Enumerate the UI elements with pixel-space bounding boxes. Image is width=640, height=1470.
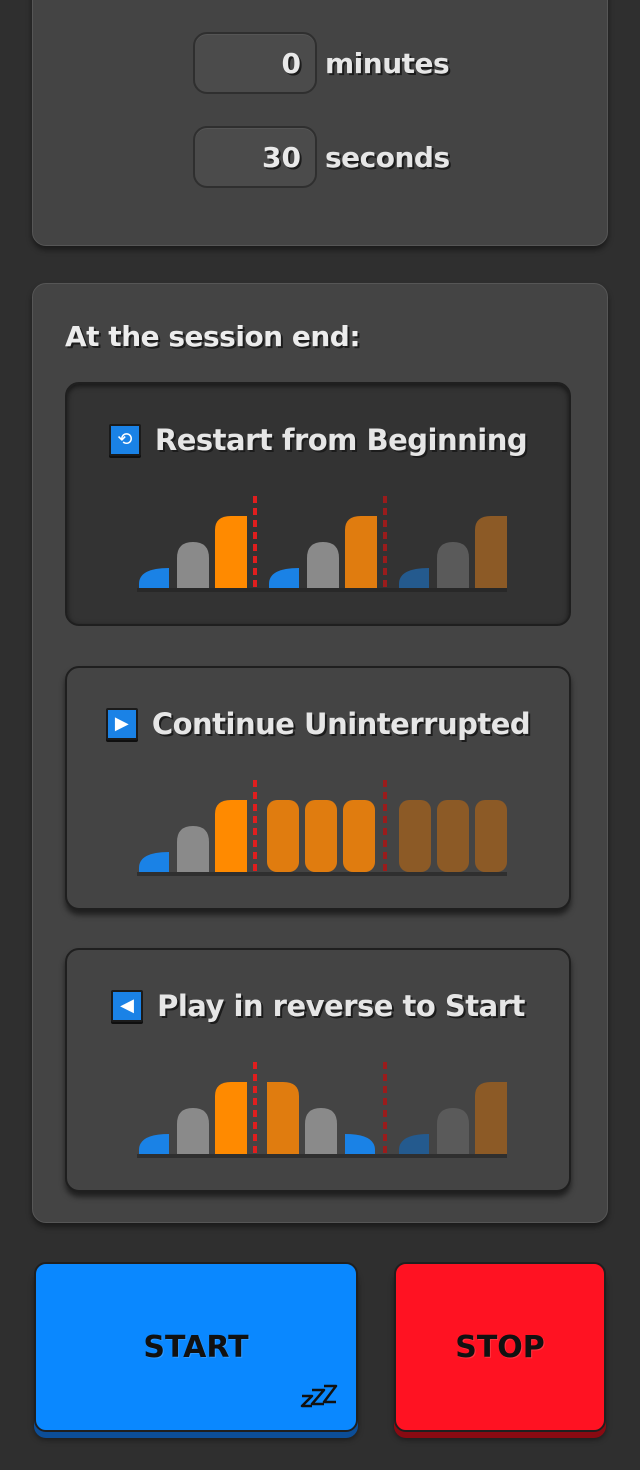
diagram-gray-step bbox=[307, 542, 339, 588]
start-button[interactable]: START bbox=[34, 1262, 358, 1432]
play-icon: ▶ bbox=[105, 708, 138, 740]
stop-button-label: STOP bbox=[455, 1329, 545, 1365]
minutes-label: minutes bbox=[325, 46, 450, 80]
diagram-orange-step bbox=[267, 800, 299, 872]
option-reverse[interactable]: ◀ Play in reverse to Start bbox=[65, 948, 571, 1192]
diagram-gray-step bbox=[177, 542, 209, 588]
option-restart[interactable]: ⟲ Restart from Beginning bbox=[65, 382, 571, 626]
continue-diagram bbox=[137, 780, 507, 876]
diagram-gray-step bbox=[177, 1108, 209, 1154]
diagram-orange-step bbox=[475, 516, 507, 588]
minutes-row: 0 minutes bbox=[193, 31, 450, 95]
diagram-blue-step bbox=[269, 568, 299, 588]
diagram-blue-step bbox=[139, 568, 169, 588]
section-title: At the session end: bbox=[65, 320, 361, 353]
diagram-orange-step bbox=[215, 516, 247, 588]
seconds-input[interactable]: 30 bbox=[193, 126, 317, 188]
diagram-orange-step bbox=[475, 1082, 507, 1154]
seconds-label: seconds bbox=[325, 140, 450, 174]
option-continue[interactable]: ▶ Continue Uninterrupted bbox=[65, 666, 571, 910]
session-end-panel: At the session end: ⟲ Restart from Begin… bbox=[32, 283, 608, 1223]
diagram-gray-step bbox=[305, 1108, 337, 1154]
diagram-orange-step bbox=[215, 1082, 247, 1154]
seconds-row: 30 seconds bbox=[193, 125, 450, 189]
diagram-orange-step bbox=[343, 800, 375, 872]
diagram-orange-step bbox=[399, 800, 431, 872]
option-reverse-label: Play in reverse to Start bbox=[157, 989, 525, 1023]
restart-diagram bbox=[137, 496, 507, 592]
diagram-orange-step bbox=[305, 800, 337, 872]
timer-panel: 0 minutes 30 seconds bbox=[32, 0, 608, 246]
diagram-gray-step bbox=[177, 826, 209, 872]
stop-button[interactable]: STOP bbox=[394, 1262, 606, 1432]
diagram-blue-step bbox=[139, 1134, 169, 1154]
diagram-orange-step bbox=[345, 516, 377, 588]
reverse-diagram bbox=[137, 1062, 507, 1158]
option-restart-label: Restart from Beginning bbox=[154, 423, 528, 457]
diagram-blue-step bbox=[139, 852, 169, 872]
reverse-icon: ◀ bbox=[111, 990, 144, 1022]
repeat-icon: ⟲ bbox=[108, 424, 141, 456]
minutes-input[interactable]: 0 bbox=[193, 32, 317, 94]
diagram-orange-step bbox=[437, 800, 469, 872]
diagram-orange-step bbox=[215, 800, 247, 872]
diagram-orange-step bbox=[475, 800, 507, 872]
diagram-blue-step bbox=[399, 1134, 429, 1154]
diagram-blue-step bbox=[345, 1134, 375, 1154]
diagram-blue-step bbox=[399, 568, 429, 588]
option-continue-label: Continue Uninterrupted bbox=[151, 707, 531, 741]
diagram-gray-step bbox=[437, 542, 469, 588]
diagram-orange-step bbox=[267, 1082, 299, 1154]
sleep-zzz-icon bbox=[300, 1384, 338, 1408]
diagram-gray-step bbox=[437, 1108, 469, 1154]
start-button-label: START bbox=[143, 1329, 249, 1365]
